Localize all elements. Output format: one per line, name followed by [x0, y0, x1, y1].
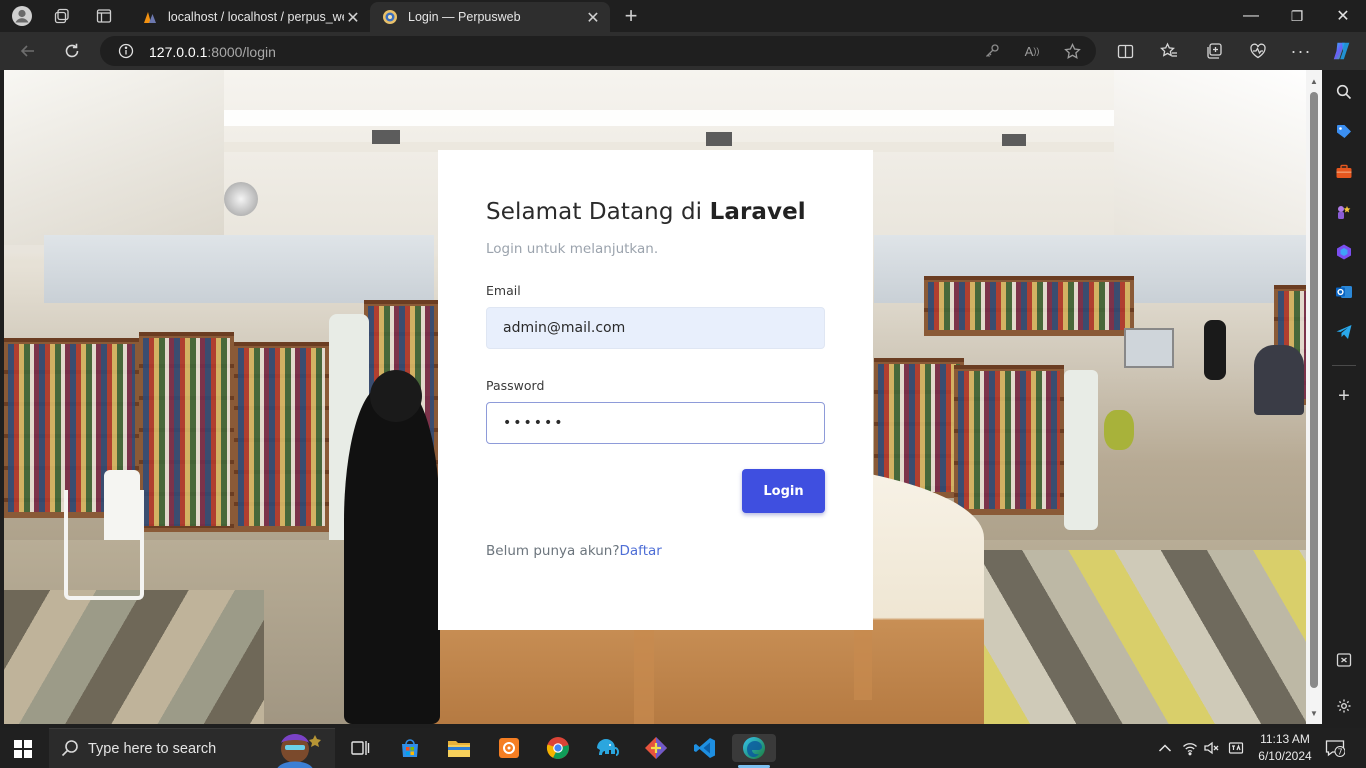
- scroll-down-arrow-icon[interactable]: ▼: [1306, 706, 1322, 720]
- email-label: Email: [486, 283, 521, 298]
- url-host: 127.0.0.1: [149, 44, 208, 60]
- login-card: Selamat Datang di Laravel Login untuk me…: [438, 150, 873, 630]
- password-field[interactable]: ••••••: [486, 402, 825, 444]
- register-link[interactable]: Daftar: [620, 543, 662, 559]
- clock-time: 11:13 AM: [1260, 732, 1310, 746]
- key-icon[interactable]: [982, 41, 1002, 61]
- copilot-icon[interactable]: [1331, 40, 1353, 62]
- password-label: Password: [486, 378, 545, 393]
- edge-sidebar: +: [1322, 70, 1366, 724]
- site-info-icon[interactable]: [118, 43, 134, 64]
- new-tab-button[interactable]: +: [617, 3, 645, 28]
- copilot-sidebar-icon[interactable]: [1334, 242, 1354, 262]
- clock-date: 6/10/2024: [1258, 749, 1312, 763]
- login-subtitle: Login untuk melanjutkan.: [486, 241, 659, 257]
- games-icon[interactable]: [1334, 202, 1354, 222]
- welcome-heading: Selamat Datang di Laravel: [486, 199, 806, 225]
- taskbar-clock[interactable]: 11:13 AM 6/10/2024: [1254, 731, 1316, 765]
- chrome-icon[interactable]: [544, 734, 572, 762]
- close-window-button[interactable]: ✕: [1320, 0, 1366, 32]
- vscode-icon[interactable]: [691, 734, 719, 762]
- welcome-heading-text: Selamat Datang di: [486, 199, 710, 225]
- sidebar-settings-gear-icon[interactable]: [1334, 696, 1354, 716]
- read-aloud-icon[interactable]: A)): [1022, 41, 1042, 61]
- scroll-up-arrow-icon[interactable]: ▲: [1306, 74, 1322, 88]
- favorites-icon[interactable]: [1158, 40, 1180, 62]
- browser-essentials-icon[interactable]: [1247, 40, 1269, 62]
- page-scrollbar[interactable]: ▲ ▼: [1306, 70, 1322, 724]
- tools-briefcase-icon[interactable]: [1334, 162, 1354, 182]
- show-hidden-icons-chevron-icon[interactable]: [1157, 740, 1173, 756]
- windows-start-icon[interactable]: [14, 740, 32, 758]
- elephant-app-icon[interactable]: [593, 734, 621, 762]
- edge-taskbar-icon[interactable]: [732, 734, 776, 762]
- url-text: 127.0.0.1:8000/login: [149, 44, 276, 60]
- tab-title: localhost / localhost / perpus_we: [168, 10, 344, 24]
- browser-toolbar: 127.0.0.1:8000/login A)) ···: [0, 32, 1366, 70]
- notification-count: 7: [1337, 747, 1342, 756]
- favorite-star-icon[interactable]: [1062, 41, 1082, 61]
- minimize-button[interactable]: —: [1228, 0, 1274, 32]
- network-wifi-icon[interactable]: [1182, 740, 1198, 756]
- register-prompt: Belum punya akun?: [486, 543, 620, 559]
- notification-center-icon[interactable]: 7: [1325, 739, 1345, 757]
- settings-more-icon[interactable]: ···: [1290, 40, 1312, 62]
- page-viewport: Selamat Datang di Laravel Login untuk me…: [4, 70, 1322, 724]
- ime-language-icon[interactable]: [1228, 740, 1244, 756]
- register-line: Belum punya akun?Daftar: [486, 543, 662, 559]
- tab-phpmyadmin[interactable]: localhost / localhost / perpus_we ✕: [134, 2, 370, 32]
- back-button[interactable]: [13, 38, 43, 64]
- workspaces-icon[interactable]: [48, 4, 76, 28]
- shopping-tag-icon[interactable]: [1334, 122, 1354, 142]
- add-sidebar-app-icon[interactable]: +: [1334, 385, 1354, 407]
- profile-avatar-icon[interactable]: [8, 4, 36, 28]
- email-field[interactable]: admin@mail.com: [486, 307, 825, 349]
- microsoft-store-icon[interactable]: [396, 734, 424, 762]
- hide-sidebar-icon[interactable]: [1334, 650, 1354, 670]
- windows-taskbar: Type here to search 11:13 AM 6/10/2024 7: [0, 728, 1366, 768]
- brand-name: Laravel: [709, 199, 806, 225]
- taskbar-search-icon: [61, 739, 79, 762]
- close-tab-icon[interactable]: ✕: [584, 8, 602, 28]
- url-path: :8000/login: [207, 44, 276, 60]
- refresh-button[interactable]: [57, 38, 87, 64]
- send-telegram-icon[interactable]: [1334, 322, 1354, 342]
- xampp-icon[interactable]: [495, 734, 523, 762]
- file-explorer-icon[interactable]: [445, 734, 473, 762]
- split-screen-icon[interactable]: [1114, 40, 1136, 62]
- maximize-button[interactable]: ❐: [1274, 0, 1320, 32]
- perpusweb-favicon-icon: [383, 10, 397, 24]
- address-bar[interactable]: 127.0.0.1:8000/login A)): [100, 36, 1096, 66]
- search-highlight-illustration-icon: [277, 734, 321, 768]
- taskbar-search-placeholder: Type here to search: [88, 741, 217, 757]
- outlook-icon[interactable]: [1334, 282, 1354, 302]
- scroll-thumb[interactable]: [1310, 92, 1318, 688]
- email-value: admin@mail.com: [503, 320, 626, 336]
- task-view-icon[interactable]: [346, 734, 374, 762]
- tab-login-perpusweb[interactable]: Login — Perpusweb ✕: [370, 2, 610, 32]
- close-tab-icon[interactable]: ✕: [344, 8, 362, 28]
- git-gui-icon[interactable]: [642, 734, 670, 762]
- sidebar-search-icon[interactable]: [1334, 82, 1354, 102]
- collections-icon[interactable]: [1203, 40, 1225, 62]
- taskbar-search-box[interactable]: Type here to search: [49, 728, 335, 768]
- phpmyadmin-favicon-icon: [144, 12, 156, 23]
- password-value: ••••••: [503, 415, 565, 431]
- vertical-tabs-icon[interactable]: [90, 4, 118, 28]
- volume-muted-icon[interactable]: [1203, 740, 1219, 756]
- tab-title: Login — Perpusweb: [408, 10, 521, 24]
- login-button[interactable]: Login: [742, 469, 825, 513]
- browser-title-bar: localhost / localhost / perpus_we ✕ Logi…: [0, 0, 1366, 32]
